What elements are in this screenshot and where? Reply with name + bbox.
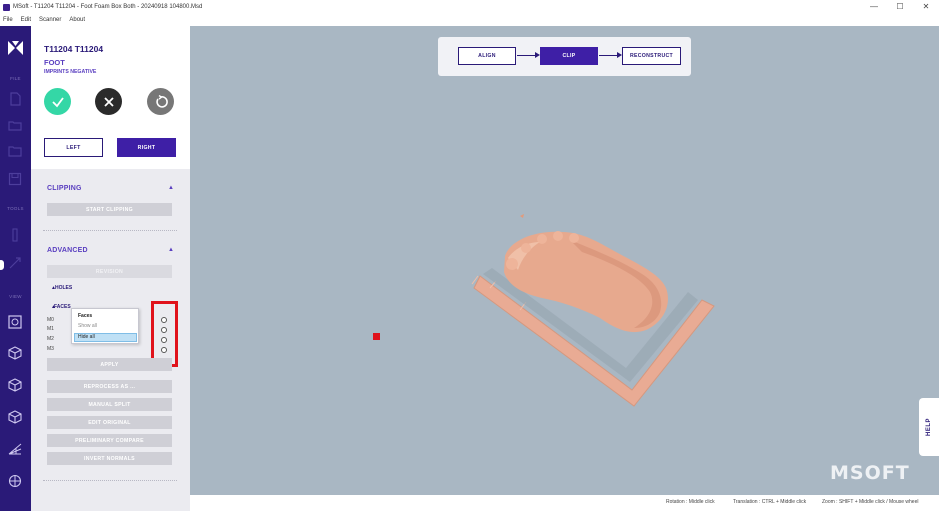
cancel-button[interactable] — [95, 88, 122, 115]
context-menu-header: Faces — [78, 313, 93, 319]
mesh-label-m3: M3 — [47, 346, 54, 352]
menu-about[interactable]: About — [69, 17, 85, 23]
preliminary-compare-button[interactable]: PRELIMINARY COMPARE — [47, 434, 172, 447]
help-tab[interactable]: HELP — [919, 398, 939, 456]
cube-side-icon[interactable] — [8, 378, 22, 392]
menu-scanner[interactable]: Scanner — [39, 17, 61, 23]
foot-scan-model[interactable] — [190, 26, 939, 495]
apply-button[interactable]: APPLY — [47, 358, 172, 371]
msoft-brand-watermark: MSOFT — [830, 462, 910, 484]
help-label: HELP — [925, 417, 932, 437]
rail-section-file: FILE — [10, 76, 21, 81]
section-divider — [43, 230, 177, 231]
zoom-hint: Zoom : SHIFT + Middle click / Mouse whee… — [822, 499, 919, 505]
manual-split-button[interactable]: MANUAL SPLIT — [47, 398, 172, 411]
revision-button[interactable]: REVISION — [47, 265, 172, 278]
open-folder-icon[interactable] — [8, 118, 22, 132]
globe-icon[interactable] — [8, 474, 22, 488]
status-bar: Rotation : Middle click Translation : CT… — [190, 495, 939, 511]
menu-edit[interactable]: Edit — [21, 17, 31, 23]
expand-icon[interactable] — [8, 256, 22, 270]
minimize-button[interactable]: — — [861, 0, 887, 14]
confirm-button[interactable] — [44, 88, 71, 115]
item-subtitle: IMPRINTS NEGATIVE — [44, 69, 97, 75]
faces-context-menu: Faces Show all Hide all — [71, 308, 139, 344]
close-window-button[interactable]: ✕ — [913, 0, 939, 14]
marker-square — [373, 333, 380, 340]
advanced-section-title[interactable]: ADVANCED — [47, 247, 88, 254]
start-clipping-button[interactable]: START CLIPPING — [47, 203, 172, 216]
reprocess-as-button[interactable]: REPROCESS AS ... — [47, 380, 172, 393]
holes-label[interactable]: HOLES — [55, 285, 72, 291]
patient-name: T11204 T11204 — [44, 44, 104, 54]
reset-button[interactable] — [147, 88, 174, 115]
ruler-icon[interactable] — [8, 228, 22, 242]
folder-icon[interactable] — [8, 144, 22, 158]
cube-front-icon[interactable] — [8, 346, 22, 360]
menu-bar: File Edit Scanner About — [0, 14, 939, 26]
item-type: FOOT — [44, 58, 65, 67]
side-panel: T11204 T11204 FOOT IMPRINTS NEGATIVE LEF… — [31, 26, 190, 511]
rail-section-tools: TOOLS — [7, 206, 24, 211]
rotation-hint: Rotation : Middle click — [666, 499, 715, 505]
clipping-section-title[interactable]: CLIPPING — [47, 185, 82, 192]
invert-normals-button[interactable]: INVERT NORMALS — [47, 452, 172, 465]
translation-hint: Translation : CTRL + Middle click — [733, 499, 807, 505]
mesh-label-m1: M1 — [47, 326, 54, 332]
3d-viewport[interactable]: ALIGN CLIP RECONSTRUCT HELP MSOFT — [190, 26, 939, 495]
menu-file[interactable]: File — [3, 17, 13, 23]
section-divider — [43, 480, 177, 481]
edit-original-button[interactable]: EDIT ORIGINAL — [47, 416, 172, 429]
perspective-icon[interactable] — [8, 442, 22, 456]
save-icon[interactable] — [8, 172, 22, 186]
new-file-icon[interactable] — [8, 92, 22, 106]
collapse-clipping-icon[interactable]: ▲ — [168, 185, 174, 191]
menu-item-show-all[interactable]: Show all — [78, 323, 97, 329]
menu-item-hide-all[interactable]: Hide all — [78, 334, 95, 340]
rail-section-view: VIEW — [9, 294, 22, 299]
app-icon — [3, 3, 10, 11]
cube-top-icon[interactable] — [8, 410, 22, 424]
undo-icon — [155, 94, 168, 108]
msoft-logo-icon — [7, 40, 24, 57]
check-icon — [51, 96, 64, 107]
window-title: MSoft - T11204 T11204 - Foot Foam Box Bo… — [13, 4, 203, 10]
collapse-advanced-icon[interactable]: ▲ — [168, 247, 174, 253]
view-frame-icon[interactable] — [8, 315, 22, 329]
title-bar: MSoft - T11204 T11204 - Foot Foam Box Bo… — [0, 0, 939, 14]
right-side-button[interactable]: RIGHT — [117, 138, 176, 157]
left-side-button[interactable]: LEFT — [44, 138, 103, 157]
faces-label[interactable]: FACES — [54, 304, 71, 310]
maximize-button[interactable]: ☐ — [887, 0, 913, 14]
mesh-label-m0: M0 — [47, 317, 54, 323]
close-icon — [103, 96, 114, 107]
msoft-window: { "window": { "title": "MSoft - T11204 T… — [0, 0, 939, 511]
mesh-label-m2: M2 — [47, 336, 54, 342]
panel-header: T11204 T11204 FOOT IMPRINTS NEGATIVE LEF… — [31, 26, 190, 169]
